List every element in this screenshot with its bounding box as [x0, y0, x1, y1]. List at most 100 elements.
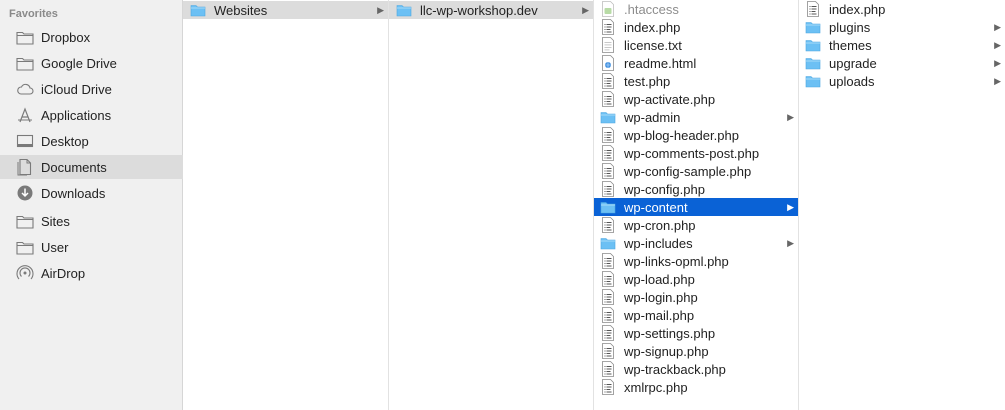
column-2: llc-wp-workshop.dev ▶ — [389, 0, 594, 410]
cloud-icon — [16, 80, 34, 98]
item-label: wp-comments-post.php — [624, 145, 760, 161]
sidebar-item-label: Applications — [41, 107, 112, 123]
file-row-index-php[interactable]: index.php — [799, 0, 1005, 18]
disclosure-arrow-icon: ▶ — [994, 39, 1001, 50]
sidebar-item-downloads[interactable]: Downloads — [0, 181, 183, 205]
item-label: .htaccess — [624, 1, 679, 17]
item-label: llc-wp-workshop.dev — [420, 2, 538, 18]
documents-icon — [16, 158, 34, 176]
sidebar-item-label: Google Drive — [41, 55, 117, 71]
php-file-icon — [600, 19, 616, 35]
file-row-test-php[interactable]: test.php — [594, 72, 798, 90]
sidebar-item-applications[interactable]: Applications — [0, 103, 183, 127]
file-row-index-php[interactable]: index.php — [594, 18, 798, 36]
file-row-wp-config-php[interactable]: wp-config.php — [594, 180, 798, 198]
file-row-wp-settings-php[interactable]: wp-settings.php — [594, 324, 798, 342]
item-label: wp-admin — [624, 109, 681, 125]
file-row-readme-html[interactable]: readme.html — [594, 54, 798, 72]
item-label: wp-links-opml.php — [624, 253, 729, 269]
php-file-icon — [600, 325, 616, 341]
folder-row-wp-content[interactable]: wp-content ▶ — [594, 198, 798, 216]
php-file-icon — [805, 1, 821, 17]
item-label: upgrade — [829, 55, 877, 71]
folder-icon — [805, 55, 821, 71]
folder-icon — [396, 2, 412, 18]
sidebar-item-airdrop[interactable]: AirDrop — [0, 261, 183, 285]
folder-row-themes[interactable]: themes ▶ — [799, 36, 1005, 54]
sidebar-item-label: User — [41, 239, 69, 255]
file-row-license-txt[interactable]: license.txt — [594, 36, 798, 54]
sidebar-item-user[interactable]: User — [0, 235, 183, 259]
folder-row-llc-wp-workshop-dev[interactable]: llc-wp-workshop.dev ▶ — [389, 1, 593, 19]
php-file-icon — [600, 91, 616, 107]
item-label: wp-content — [624, 199, 688, 215]
sidebar-item-label: Desktop — [41, 133, 89, 149]
sidebar-item-label: iCloud Drive — [41, 81, 112, 97]
sidebar-item-desktop[interactable]: Desktop — [0, 129, 183, 153]
item-label: readme.html — [624, 55, 697, 71]
disclosure-arrow-icon: ▶ — [377, 4, 384, 15]
folder-icon — [600, 235, 616, 251]
file-row-wp-mail-php[interactable]: wp-mail.php — [594, 306, 798, 324]
sidebar-item-sites[interactable]: Sites — [0, 209, 183, 233]
text-file-icon — [600, 37, 616, 53]
sidebar-item-google-drive[interactable]: Google Drive — [0, 51, 183, 75]
item-label: Websites — [214, 2, 268, 18]
file-row-wp-cron-php[interactable]: wp-cron.php — [594, 216, 798, 234]
folder-row-plugins[interactable]: plugins ▶ — [799, 18, 1005, 36]
folder-row-uploads[interactable]: uploads ▶ — [799, 72, 1005, 90]
sidebar-item-dropbox[interactable]: Dropbox — [0, 25, 183, 49]
file-row-wp-activate-php[interactable]: wp-activate.php — [594, 90, 798, 108]
php-file-icon — [600, 379, 616, 395]
item-label: wp-mail.php — [624, 307, 695, 323]
folder-icon — [16, 28, 34, 46]
sidebar-item-label: Documents — [41, 159, 107, 175]
sidebar-item-label: Dropbox — [41, 29, 91, 45]
sidebar-item-label: AirDrop — [41, 265, 86, 281]
folder-icon — [16, 54, 34, 72]
applications-icon — [16, 106, 34, 124]
hidden-file-icon — [600, 1, 616, 17]
item-label: index.php — [624, 19, 681, 35]
file-row-htaccess[interactable]: .htaccess — [594, 0, 798, 18]
file-row-xmlrpc-php[interactable]: xmlrpc.php — [594, 378, 798, 396]
sidebar-header: Favorites — [9, 8, 58, 20]
item-label: wp-trackback.php — [624, 361, 726, 377]
php-file-icon — [600, 289, 616, 305]
folder-icon — [16, 238, 34, 256]
item-label: test.php — [624, 73, 671, 89]
folder-icon — [805, 73, 821, 89]
sidebar-item-label: Downloads — [41, 185, 106, 201]
file-row-wp-blog-header-php[interactable]: wp-blog-header.php — [594, 126, 798, 144]
folder-row-wp-admin[interactable]: wp-admin ▶ — [594, 108, 798, 126]
disclosure-arrow-icon: ▶ — [582, 4, 589, 15]
item-label: wp-cron.php — [624, 217, 696, 233]
item-label: wp-blog-header.php — [624, 127, 739, 143]
php-file-icon — [600, 361, 616, 377]
folder-icon — [600, 199, 616, 215]
desktop-icon — [16, 132, 34, 150]
file-row-wp-signup-php[interactable]: wp-signup.php — [594, 342, 798, 360]
item-label: wp-settings.php — [624, 325, 716, 341]
file-row-wp-links-opml-php[interactable]: wp-links-opml.php — [594, 252, 798, 270]
disclosure-arrow-icon: ▶ — [787, 201, 794, 212]
php-file-icon — [600, 271, 616, 287]
sidebar-item-documents[interactable]: Documents — [0, 155, 183, 179]
sidebar-item-icloud-drive[interactable]: iCloud Drive — [0, 77, 183, 101]
folder-row-wp-includes[interactable]: wp-includes ▶ — [594, 234, 798, 252]
item-label: index.php — [829, 1, 886, 17]
folder-row-upgrade[interactable]: upgrade ▶ — [799, 54, 1005, 72]
file-row-wp-trackback-php[interactable]: wp-trackback.php — [594, 360, 798, 378]
column-4: index.php plugins ▶ themes ▶ upgrade ▶ uploads ▶ — [799, 0, 1005, 410]
item-label: wp-config-sample.php — [624, 163, 752, 179]
file-row-wp-load-php[interactable]: wp-load.php — [594, 270, 798, 288]
item-label: wp-activate.php — [624, 91, 716, 107]
file-row-wp-login-php[interactable]: wp-login.php — [594, 288, 798, 306]
file-row-wp-config-sample-php[interactable]: wp-config-sample.php — [594, 162, 798, 180]
downloads-icon — [16, 184, 34, 202]
folder-icon — [805, 37, 821, 53]
item-label: themes — [829, 37, 872, 53]
folder-row-websites[interactable]: Websites ▶ — [183, 1, 388, 19]
php-file-icon — [600, 127, 616, 143]
file-row-wp-comments-post-php[interactable]: wp-comments-post.php — [594, 144, 798, 162]
